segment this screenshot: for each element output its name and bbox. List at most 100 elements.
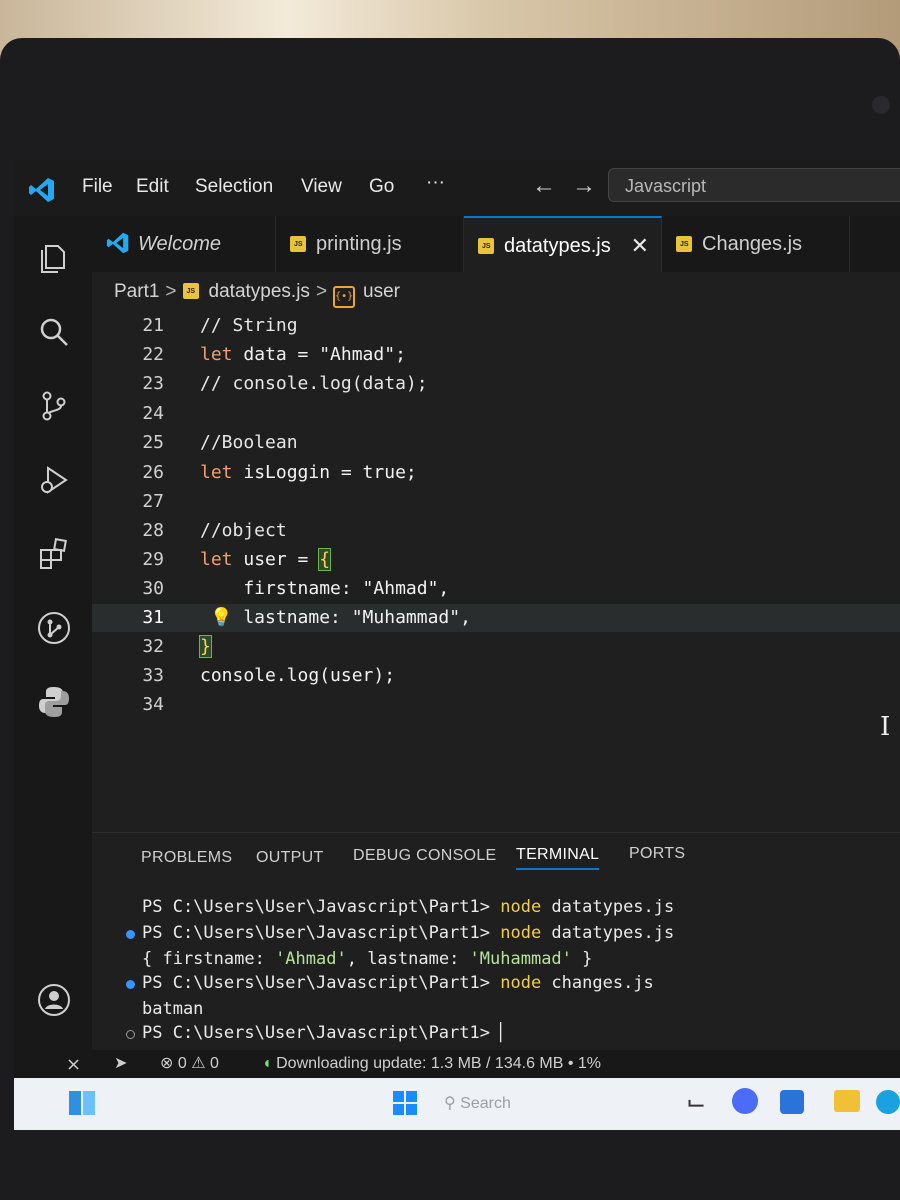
chat-icon[interactable]	[732, 1088, 758, 1114]
line-number: 27	[142, 491, 164, 512]
chevron-right-icon: >	[165, 281, 177, 302]
line-number: 22	[142, 344, 164, 365]
start-windows-icon[interactable]	[392, 1090, 418, 1116]
code-line: 33 console.log(user);	[92, 662, 900, 690]
tab-problems[interactable]: PROBLEMS	[141, 849, 232, 867]
account-icon[interactable]	[36, 982, 72, 1018]
code-text: //Boolean	[200, 432, 298, 453]
command-success-dot	[126, 980, 135, 989]
line-number: 33	[142, 665, 164, 686]
tab-printing-js[interactable]: printing.js	[276, 216, 464, 272]
tab-terminal[interactable]: TERMINAL	[516, 846, 600, 870]
menu-go[interactable]: Go	[369, 176, 394, 198]
source-control-icon[interactable]	[36, 388, 72, 424]
keyword: let	[200, 462, 233, 483]
line-number: 24	[142, 403, 164, 424]
webcam	[872, 96, 890, 114]
code-text: //object	[200, 520, 287, 541]
terminal-line: PS C:\Users\User\Javascript\Part1> node …	[142, 923, 674, 943]
problems-status[interactable]: ⊗ 0 ⚠ 0	[160, 1050, 219, 1078]
menu-edit[interactable]: Edit	[136, 176, 169, 198]
code-line-current: 31 💡 lastname: "Muhammad",	[92, 604, 900, 632]
store-icon[interactable]	[780, 1090, 804, 1114]
error-icon: ⊗	[160, 1055, 174, 1072]
terminal-output: { firstname: 'Ahmad', lastname: 'Muhamma…	[142, 949, 592, 969]
taskbar-search[interactable]: ⚲ Search	[444, 1090, 554, 1118]
command-center-search[interactable]: Javascript	[608, 168, 900, 202]
object-symbol-icon: {•}	[333, 286, 356, 308]
code-line: 22 let data = "Ahmad";	[92, 341, 900, 369]
breadcrumb-symbol[interactable]: user	[363, 281, 400, 302]
bracket-match: }	[199, 635, 212, 658]
git-graph-icon[interactable]	[36, 610, 72, 646]
tab-label: datatypes.js	[504, 235, 611, 257]
tab-datatypes-js[interactable]: datatypes.js ✕	[464, 216, 662, 272]
activity-bar	[14, 216, 92, 1085]
line-number: 23	[142, 373, 164, 394]
edge-icon[interactable]	[876, 1090, 900, 1114]
explorer-icon[interactable]	[36, 240, 72, 276]
forward-arrow-icon[interactable]: →	[572, 172, 596, 200]
back-arrow-icon[interactable]: ←	[532, 172, 556, 200]
terminal-line: PS C:\Users\User\Javascript\Part1> node …	[142, 973, 654, 993]
code-line: 21 // String	[92, 312, 900, 340]
terminal-arg: changes.js	[541, 973, 654, 993]
bottom-panel: PROBLEMS OUTPUT DEBUG CONSOLE TERMINAL P…	[92, 832, 900, 1051]
extensions-icon[interactable]	[36, 536, 72, 572]
code-line: 34	[92, 691, 900, 719]
breadcrumb-folder[interactable]: Part1	[114, 281, 159, 302]
editor-tabs: Welcome printing.js datatypes.js ✕ Chang…	[92, 216, 900, 272]
output-string: 'Ahmad'	[275, 949, 347, 969]
file-explorer-icon[interactable]	[834, 1090, 860, 1112]
vscode-logo-icon	[29, 178, 54, 202]
tab-ports[interactable]: PORTS	[629, 845, 685, 863]
code-text: data = "Ahmad";	[232, 344, 406, 365]
chevron-right-icon: >	[315, 281, 328, 302]
run-debug-icon[interactable]	[36, 462, 72, 498]
update-status[interactable]: ◖ Downloading update: 1.3 MB / 134.6 MB …	[262, 1050, 601, 1078]
close-icon[interactable]: ✕	[631, 218, 649, 274]
widgets-icon[interactable]	[68, 1090, 96, 1116]
code-text: lastname: "Muhammad",	[200, 607, 471, 628]
command-pending-dot	[126, 1030, 135, 1039]
tab-debug-console[interactable]: DEBUG CONSOLE	[353, 847, 497, 865]
code-line: 29 let user = {	[92, 546, 900, 574]
menu-file[interactable]: File	[82, 176, 113, 198]
taskbar-search-label: Search	[460, 1095, 511, 1112]
tab-welcome[interactable]: Welcome	[92, 216, 276, 272]
menu-view[interactable]: View	[301, 176, 342, 198]
code-text: console.log(user);	[200, 665, 396, 686]
terminal-prompt: PS C:\Users\User\Javascript\Part1>	[142, 1023, 501, 1043]
tab-changes-js[interactable]: Changes.js	[662, 216, 850, 272]
search-icon[interactable]	[36, 314, 72, 350]
code-text: // String	[200, 315, 298, 336]
code-line: 27	[92, 488, 900, 516]
menu-more[interactable]: ···	[426, 172, 445, 194]
code-text: user =	[232, 549, 320, 570]
breadcrumb: Part1>datatypes.js>{•}user	[114, 272, 400, 312]
python-icon[interactable]	[36, 684, 72, 720]
tab-label: Changes.js	[702, 233, 803, 255]
warning-icon: ⚠	[191, 1055, 206, 1072]
line-number: 28	[142, 520, 164, 541]
js-file-icon	[182, 283, 199, 299]
tab-output[interactable]: OUTPUT	[256, 849, 324, 867]
loading-spinner-icon: ◖	[262, 1055, 272, 1072]
js-file-icon	[478, 238, 494, 254]
task-view-icon[interactable]: ⌙	[686, 1088, 706, 1117]
js-file-icon	[676, 236, 692, 252]
js-file-icon	[290, 236, 306, 252]
code-text: isLoggin = true;	[232, 462, 417, 483]
terminal-cursor: ▏	[500, 1023, 511, 1043]
menu-selection[interactable]: Selection	[195, 176, 273, 198]
code-editor[interactable]: 21 // String 22 let data = "Ahmad"; 23 // c…	[92, 312, 900, 832]
breadcrumb-file[interactable]: datatypes.js	[209, 281, 310, 302]
terminal-prompt: PS C:\Users\User\Javascript\Part1>	[142, 973, 501, 993]
code-line: 28 //object	[92, 517, 900, 545]
output-text: { firstname:	[142, 949, 276, 969]
output-string: 'Muhammad'	[469, 949, 572, 969]
line-number: 29	[142, 549, 164, 570]
terminal-input-line[interactable]: PS C:\Users\User\Javascript\Part1> ▏	[142, 1023, 510, 1043]
remote-icon[interactable]: ⨯	[66, 1050, 81, 1078]
rocket-icon[interactable]: ➤	[114, 1050, 127, 1078]
